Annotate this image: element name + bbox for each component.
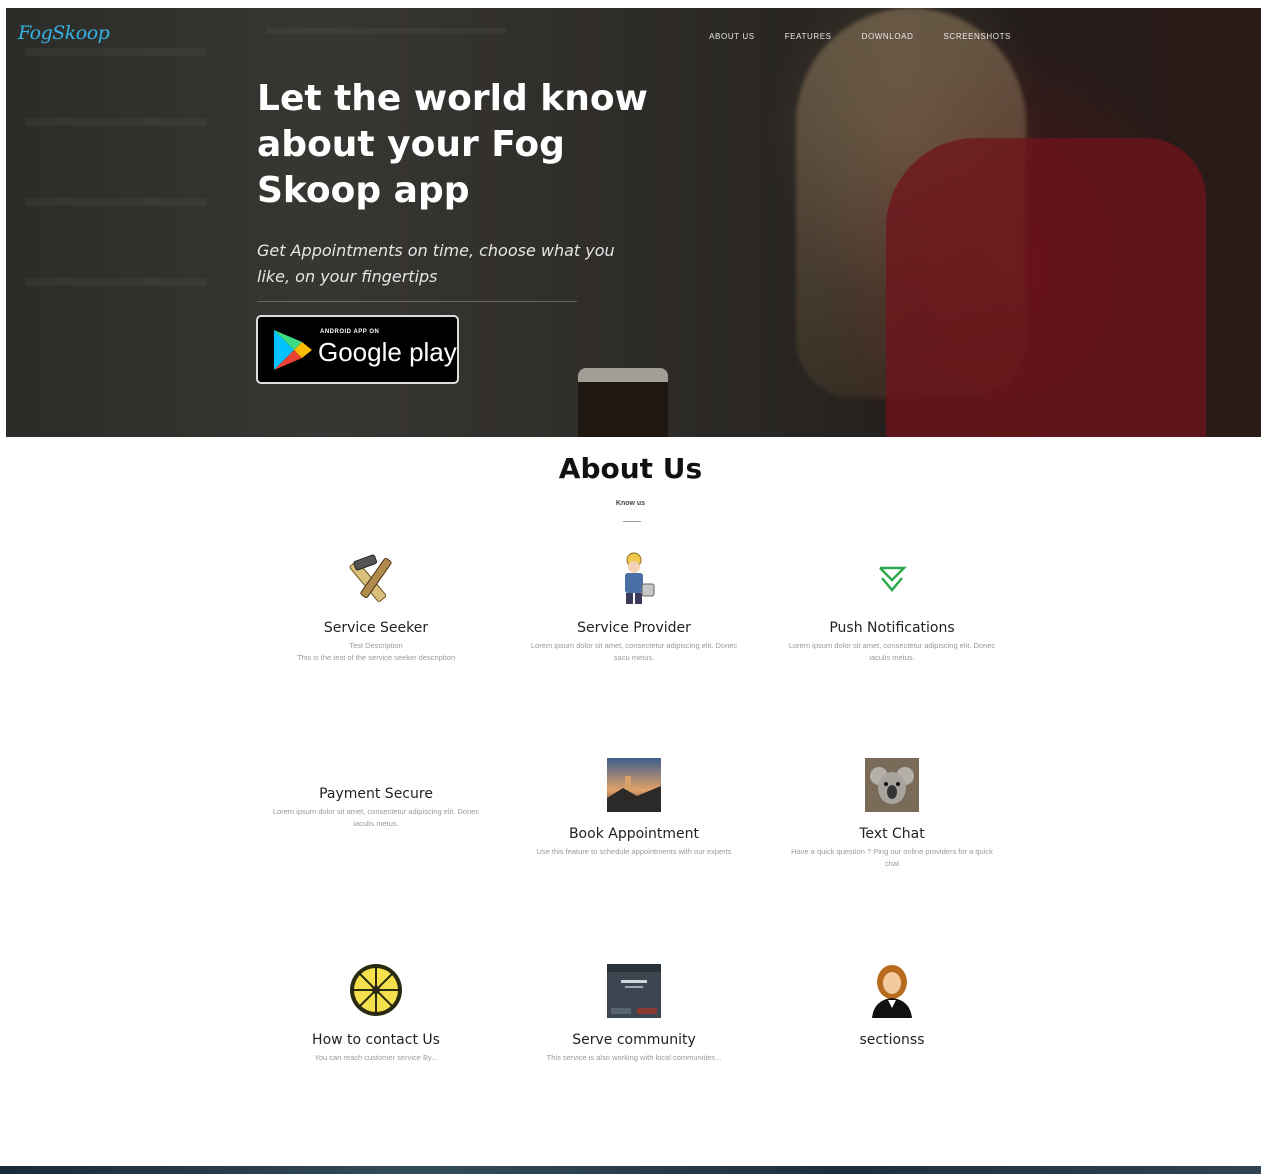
store-big-text: Google play	[318, 337, 457, 367]
about-divider	[623, 521, 641, 522]
feature-title: Service Provider	[577, 620, 691, 636]
feature-title: Push Notifications	[829, 620, 955, 636]
person-avatar-icon	[872, 965, 912, 1018]
feature-desc: Test Description This is the test of the…	[297, 641, 455, 662]
feature-payment-secure: Payment Secure Lorem ipsum dolor sit ame…	[256, 716, 496, 830]
feature-title: Service Seeker	[323, 620, 429, 636]
top-nav: ABOUT US FEATURES DOWNLOAD SCREENSHOTS	[709, 32, 1011, 41]
feature-serve-community: Serve community This service is also wor…	[514, 962, 754, 1064]
hero-divider	[257, 301, 577, 302]
google-play-button[interactable]: ANDROID APP ON Google play	[256, 315, 459, 384]
nav-about-us[interactable]: ABOUT US	[709, 32, 755, 41]
feature-title: Book Appointment	[568, 826, 700, 842]
feature-title: sectionss	[859, 1032, 925, 1048]
landscape-photo-icon	[607, 758, 661, 812]
feature-title: How to contact Us	[312, 1032, 440, 1048]
worker-icon	[625, 552, 655, 604]
feature-service-provider: Service Provider Lorem ipsum dolor sit a…	[514, 550, 754, 664]
feature-desc: Lorem ipsum dolor sit amet, consectetur …	[530, 641, 738, 662]
koala-photo-icon	[865, 758, 919, 812]
feature-push-notifications: Push Notifications Lorem ipsum dolor sit…	[772, 550, 1012, 664]
feature-text-chat: Text Chat Have a quick question ? Ping o…	[772, 756, 1012, 870]
hero-title: Let the world know about your Fog Skoop …	[257, 78, 648, 211]
feature-title: Text Chat	[859, 826, 925, 842]
hammer-saw-icon	[349, 554, 392, 602]
store-small-text: ANDROID APP ON	[320, 329, 380, 335]
feature-title: Serve community	[572, 1032, 696, 1048]
feature-desc: Lorem ipsum dolor sit amet, consectetur …	[272, 807, 480, 828]
screenshot-thumbnail-icon	[607, 964, 661, 1018]
feature-desc: This service is also working with local …	[546, 1053, 722, 1062]
chevron-down-icon	[879, 566, 908, 592]
nav-features[interactable]: FEATURES	[785, 32, 832, 41]
feature-title: Payment Secure	[319, 786, 433, 802]
feature-service-seeker: Service Seeker Test Description This is …	[256, 550, 496, 664]
feature-desc: Have a quick question ? Ping our online …	[791, 847, 993, 868]
feature-desc: Lorem ipsum dolor sit amet, consectetur …	[788, 641, 996, 662]
hero-banner: FogSkoop ABOUT US FEATURES DOWNLOAD SCRE…	[6, 8, 1261, 437]
nav-screenshots[interactable]: SCREENSHOTS	[944, 32, 1012, 41]
footer-banner-top	[0, 1166, 1261, 1174]
feature-sectionss: sectionss	[772, 962, 1012, 1052]
google-play-icon	[274, 329, 312, 370]
about-subtitle: Know us	[615, 500, 646, 507]
lemon-slice-icon	[350, 964, 402, 1016]
feature-desc: You can reach customer service By...	[314, 1053, 438, 1062]
hero-subtitle: Get Appointments on time, choose what yo…	[257, 241, 615, 286]
nav-download[interactable]: DOWNLOAD	[862, 32, 914, 41]
feature-book-appointment: Book Appointment Use this feature to sch…	[514, 756, 754, 858]
about-title: About Us	[558, 452, 703, 485]
site-logo[interactable]: FogSkoop	[18, 22, 110, 44]
feature-contact-us: How to contact Us You can reach customer…	[256, 962, 496, 1064]
feature-desc: Use this feature to schedule appointment…	[536, 847, 732, 856]
